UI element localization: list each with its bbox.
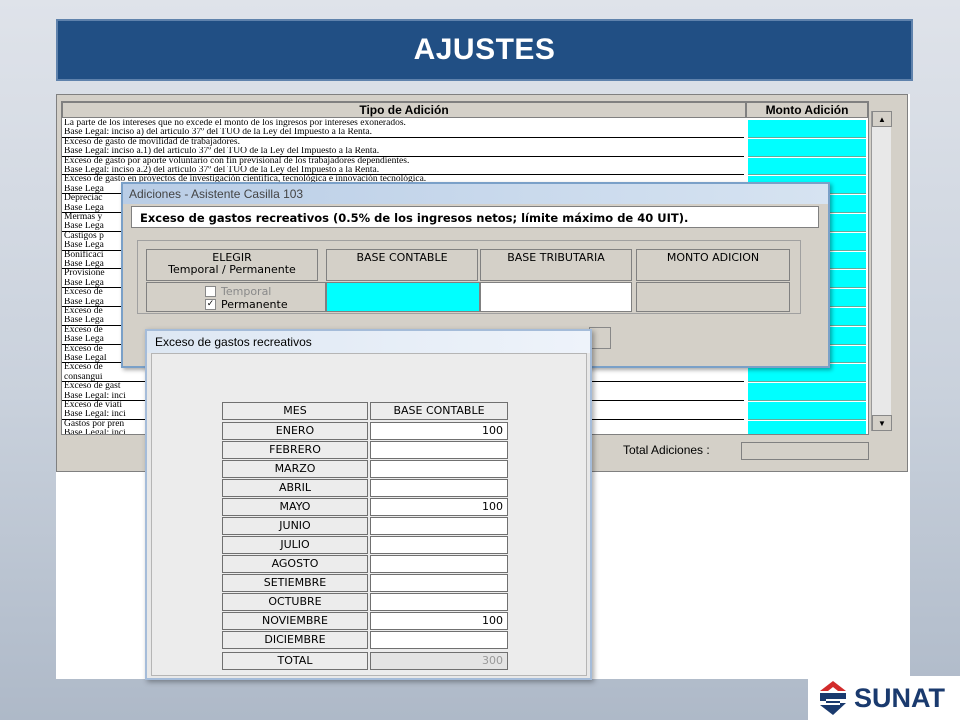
monto-adicion-field [636, 282, 790, 312]
month-label: ENERO [222, 422, 368, 440]
month-value-input[interactable] [370, 536, 508, 554]
month-value-input[interactable] [370, 460, 508, 478]
col-header-elegir: ELEGIR Temporal / Permanente [146, 249, 318, 281]
table-row: La parte de los intereses que no excede … [64, 119, 406, 128]
option-permanente[interactable]: ✓ Permanente [205, 298, 288, 311]
table-row: Exceso de gasto de movilidad de trabajad… [64, 137, 240, 147]
vertical-scrollbar[interactable]: ▲ ▼ [871, 111, 892, 431]
total-value: 300 [370, 652, 508, 670]
col-header-base-tributaria: BASE TRIBUTARIA [480, 249, 632, 281]
monto-adicion-cell[interactable] [748, 402, 866, 420]
month-label: NOVIEMBRE [222, 612, 368, 630]
monto-adicion-cell[interactable] [748, 138, 866, 157]
month-label: AGOSTO [222, 555, 368, 573]
sunat-logo-icon [820, 681, 846, 715]
month-value-input[interactable]: 100 [370, 498, 508, 516]
month-label: OCTUBRE [222, 593, 368, 611]
slide-title: AJUSTES [56, 19, 913, 81]
month-value-input[interactable]: 100 [370, 612, 508, 630]
month-value-input[interactable] [370, 441, 508, 459]
asistente-dialog-title: Adiciones - Asistente Casilla 103 [123, 184, 828, 204]
table-row: Exceso de gasto por aporte voluntario co… [64, 156, 410, 166]
table-row: Base Legal: inciso a.2) del artículo 37º… [62, 166, 744, 176]
col-header-monto: Monto Adición [746, 102, 868, 118]
month-label: SETIEMBRE [222, 574, 368, 592]
temporal-checkbox[interactable] [205, 286, 216, 297]
month-label: JULIO [222, 536, 368, 554]
total-label: TOTAL [222, 652, 368, 670]
option-temporal[interactable]: Temporal [205, 285, 271, 298]
total-adiciones-label: Total Adiciones : [623, 443, 710, 457]
monto-adicion-cell[interactable] [748, 120, 866, 138]
total-adiciones-field [741, 442, 869, 460]
col-header-base-contable: BASE CONTABLE [370, 402, 508, 420]
dialog-button-partial[interactable] [589, 327, 611, 349]
sunat-logo-text: SUNAT [854, 682, 945, 713]
col-header-base-contable: BASE CONTABLE [326, 249, 478, 281]
gastos-recreativos-dialog: Exceso de gastos recreativos MES BASE CO… [145, 329, 592, 680]
temporal-label: Temporal [221, 285, 272, 298]
month-value-input[interactable] [370, 479, 508, 497]
month-value-input[interactable] [370, 574, 508, 592]
month-label: JUNIO [222, 517, 368, 535]
base-tributaria-input[interactable] [480, 282, 632, 312]
month-label: FEBRERO [222, 441, 368, 459]
table-row: Base Legal: inciso a) del artículo 37º d… [62, 128, 744, 138]
month-value-input[interactable] [370, 593, 508, 611]
gastos-dialog-title: Exceso de gastos recreativos [147, 331, 590, 353]
month-value-input[interactable] [370, 517, 508, 535]
monto-adicion-cell[interactable] [748, 157, 866, 176]
asistente-heading: Exceso de gastos recreativos (0.5% de lo… [131, 206, 819, 228]
gastos-dialog-body: MES BASE CONTABLE ENERO 100 FEBRERO MARZO AB… [151, 353, 587, 676]
permanente-checkbox[interactable]: ✓ [205, 299, 216, 310]
month-value-input[interactable] [370, 631, 508, 649]
sunat-logo: SUNAT [808, 676, 960, 720]
scroll-down-icon[interactable]: ▼ [872, 415, 892, 431]
elegir-cell: Temporal ✓ Permanente [146, 282, 326, 312]
monto-adicion-cell[interactable] [748, 420, 866, 434]
col-header-mes: MES [222, 402, 368, 420]
month-value-input[interactable] [370, 555, 508, 573]
elegir-sublabel: Temporal / Permanente [168, 263, 296, 276]
month-label: ABRIL [222, 479, 368, 497]
base-contable-input[interactable] [326, 282, 480, 312]
table-row: Base Legal: inciso a.1) del artículo 37º… [62, 147, 744, 157]
scroll-up-icon[interactable]: ▲ [872, 111, 892, 127]
month-label: MAYO [222, 498, 368, 516]
permanente-label: Permanente [221, 298, 288, 311]
monto-adicion-cell[interactable] [748, 383, 866, 401]
month-value-input[interactable]: 100 [370, 422, 508, 440]
col-header-tipo: Tipo de Adición [62, 102, 746, 118]
col-header-monto-adicion: MONTO ADICION [636, 249, 790, 281]
month-label: MARZO [222, 460, 368, 478]
asistente-grid: ELEGIR Temporal / Permanente BASE CONTAB… [137, 240, 801, 314]
month-label: DICIEMBRE [222, 631, 368, 649]
